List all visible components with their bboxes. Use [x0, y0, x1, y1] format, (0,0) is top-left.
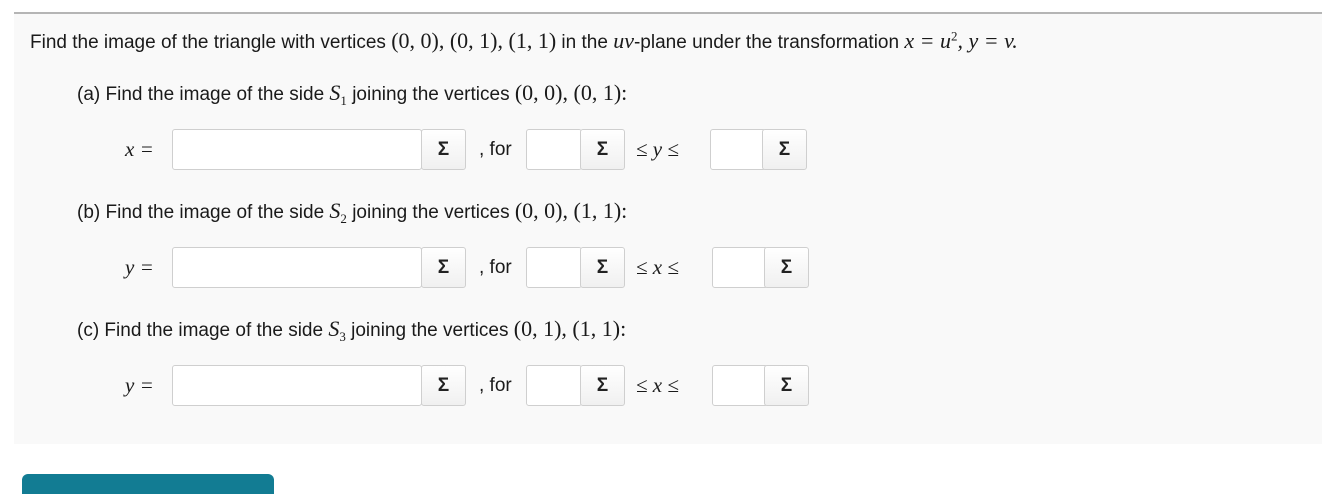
sigma-icon[interactable]: Σ [421, 247, 466, 288]
part-b-joining: joining the vertices [346, 202, 515, 223]
sigma-icon[interactable]: Σ [580, 247, 625, 288]
prompt-vertices: (0, 0), (0, 1), (1, 1) [391, 28, 557, 53]
part-b-lower-bound-input[interactable] [526, 247, 582, 288]
sigma-icon[interactable]: Σ [580, 365, 625, 406]
part-c-joining: joining the vertices [345, 320, 514, 341]
part-a-joining: joining the vertices [346, 84, 515, 105]
submit-button[interactable] [22, 474, 274, 494]
part-b-upper-bound-input[interactable] [712, 247, 768, 288]
sigma-icon[interactable]: Σ [762, 129, 807, 170]
transform-y: , y = v. [957, 28, 1018, 53]
part-a-upper-bound-input[interactable] [710, 129, 766, 170]
sigma-icon[interactable]: Σ [764, 365, 809, 406]
part-b-expression-input[interactable] [172, 247, 422, 288]
part-c-lower-bound-input[interactable] [526, 365, 582, 406]
part-c-prefix: (c) Find the image of the side [77, 320, 329, 341]
part-a-side: S [329, 80, 341, 105]
part-a-for-label: , for [479, 139, 512, 160]
part-c-for-label: , for [479, 375, 512, 396]
part-c-inequality: ≤ x ≤ [636, 373, 679, 397]
question-prompt: Find the image of the triangle with vert… [30, 28, 1018, 54]
part-c-upper-bound-input[interactable] [712, 365, 768, 406]
part-c-vertices: (0, 1), (1, 1): [513, 316, 627, 341]
part-a-prompt: (a) Find the image of the side S1 joinin… [77, 80, 627, 109]
prompt-plane: uv [613, 28, 634, 53]
sigma-icon[interactable]: Σ [764, 247, 809, 288]
part-a-expression-input[interactable] [172, 129, 422, 170]
part-b-vertices: (0, 0), (1, 1): [514, 198, 628, 223]
transform-x: x = u [904, 28, 951, 53]
part-a-lhs: x = [125, 137, 154, 161]
sigma-icon[interactable]: Σ [580, 129, 625, 170]
part-b-prefix: (b) Find the image of the side [77, 202, 330, 223]
part-a-inequality: ≤ y ≤ [636, 137, 679, 161]
part-c-side: S [328, 316, 340, 341]
part-a-prefix: (a) Find the image of the side [77, 84, 330, 105]
sigma-icon[interactable]: Σ [421, 129, 466, 170]
sigma-icon[interactable]: Σ [421, 365, 466, 406]
prompt-text: Find the image of the triangle with vert… [30, 32, 392, 53]
prompt-text-mid: in the [556, 32, 614, 53]
part-c-prompt: (c) Find the image of the side S3 joinin… [77, 316, 626, 345]
part-b-lhs: y = [125, 255, 154, 279]
prompt-text-after: -plane under the transformation [633, 32, 905, 53]
part-b-for-label: , for [479, 257, 512, 278]
part-a-vertices: (0, 0), (0, 1): [514, 80, 628, 105]
part-b-inequality: ≤ x ≤ [636, 255, 679, 279]
part-b-side: S [329, 198, 341, 223]
part-c-lhs: y = [125, 373, 154, 397]
part-b-prompt: (b) Find the image of the side S2 joinin… [77, 198, 627, 227]
part-a-lower-bound-input[interactable] [526, 129, 582, 170]
part-c-expression-input[interactable] [172, 365, 422, 406]
